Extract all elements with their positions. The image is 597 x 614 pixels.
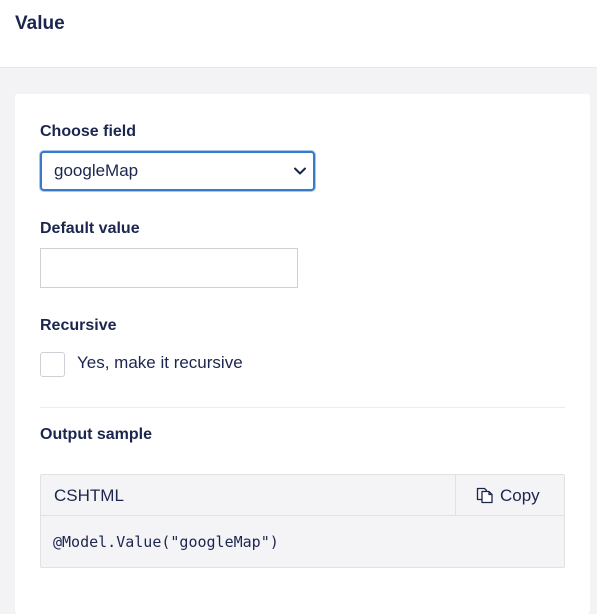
choose-field-label: Choose field — [40, 123, 137, 140]
output-sample-box: CSHTML Copy @Model.Value("googleMap") — [40, 474, 565, 568]
default-value-input[interactable] — [40, 248, 298, 288]
code-sample: @Model.Value("googleMap") — [53, 533, 279, 551]
divider — [40, 407, 565, 408]
chevron-down-icon — [294, 167, 306, 175]
choose-field-selected-value: googleMap — [54, 161, 139, 180]
choose-field-select[interactable]: googleMap — [40, 151, 315, 191]
copy-button[interactable]: Copy — [455, 475, 564, 515]
recursive-checkbox[interactable] — [40, 352, 65, 377]
copy-icon — [476, 487, 493, 504]
default-value-label: Default value — [40, 220, 140, 237]
header: Value — [0, 0, 597, 68]
page-title: Value — [15, 13, 65, 34]
copy-button-label: Copy — [500, 486, 540, 505]
code-language-label: CSHTML — [54, 486, 124, 505]
output-sample-header: CSHTML Copy — [41, 475, 564, 516]
settings-panel: Choose field googleMap Default value Rec… — [15, 94, 590, 614]
recursive-label: Recursive — [40, 317, 117, 334]
recursive-checkbox-label[interactable]: Yes, make it recursive — [77, 353, 243, 373]
output-sample-label: Output sample — [40, 426, 153, 443]
